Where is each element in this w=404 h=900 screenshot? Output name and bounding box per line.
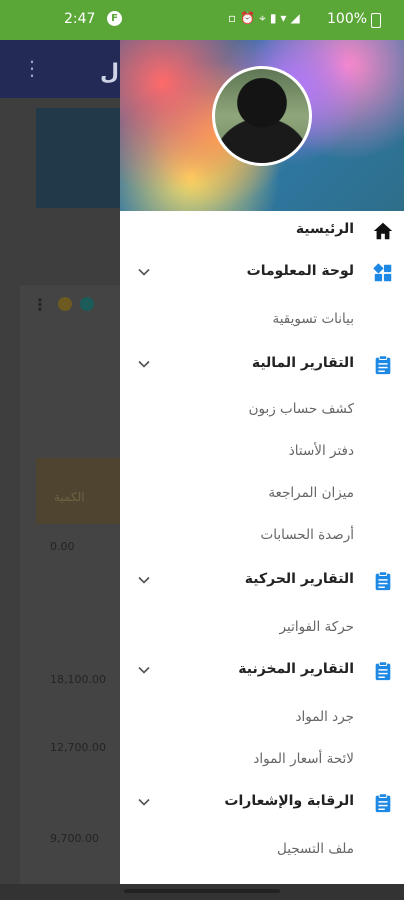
menu-item-label: ميزان المراجعة [268, 485, 354, 501]
menu-item-stock-inventory[interactable]: جرد المواد [120, 700, 404, 740]
card-more-icon: ⋮ [32, 295, 48, 314]
menu-item-trial-balance[interactable]: ميزان المراجعة [120, 476, 404, 516]
navigation-drawer: الرئيسية لوحة المعلومات بيانات تسويقية ا… [120, 40, 404, 884]
menu-item-ledger[interactable]: دفتر الأستاذ [120, 434, 404, 474]
clipboard-icon [375, 355, 391, 375]
menu-item-label: أرصدة الحسابات [260, 527, 355, 543]
battery-icon [371, 13, 381, 28]
menu-item-account-balances[interactable]: أرصدة الحسابات [120, 518, 404, 558]
menu-item-customer-statement[interactable]: كشف حساب زبون [120, 392, 404, 432]
legend-dot [58, 297, 72, 311]
menu-item-marketing-data[interactable]: بيانات تسويقية [120, 302, 404, 342]
avatar[interactable] [212, 66, 312, 166]
table-cell: 18,100.00 [50, 673, 106, 686]
menu-item-price-list[interactable]: لائحة أسعار المواد [120, 742, 404, 782]
menu-item-label: دفتر الأستاذ [288, 443, 354, 459]
app-notification-icon: F [107, 11, 122, 26]
menu-section-financial-reports[interactable]: التقارير المالية [120, 346, 404, 386]
clipboard-icon [375, 793, 391, 813]
menu-item-label: التقارير الحركية [244, 571, 354, 587]
table-cell: 0.00 [50, 540, 75, 553]
menu-section-monitoring[interactable]: الرقابة والإشعارات [120, 784, 404, 824]
menu-section-inventory-reports[interactable]: التقارير المخزنية [120, 652, 404, 692]
menu-item-invoice-movement[interactable]: حركة الفواتير [120, 610, 404, 650]
chevron-down-icon[interactable] [134, 792, 154, 812]
menu-item-label: التقارير المالية [251, 355, 354, 371]
legend-dot [80, 297, 94, 311]
more-vert-icon: ⋮ [22, 56, 42, 80]
menu-item-label: لائحة أسعار المواد [253, 751, 354, 767]
menu-item-label: بيانات تسويقية [272, 311, 355, 327]
battery-percent: 100% [327, 11, 368, 27]
table-cell: 9,700.00 [50, 832, 99, 845]
menu-item-label: لوحة المعلومات [246, 263, 354, 279]
menu-item-label: جرد المواد [295, 709, 354, 725]
chevron-down-icon[interactable] [134, 660, 154, 680]
table-cell: 12,700.00 [50, 741, 106, 754]
menu-item-label: الرئيسية [295, 221, 354, 237]
chevron-down-icon[interactable] [134, 262, 154, 282]
table-header-label: الكمية [54, 490, 85, 504]
menu-item-home[interactable]: الرئيسية [120, 212, 404, 252]
menu-item-log-file[interactable]: ملف التسجيل [120, 832, 404, 872]
background-card [20, 285, 120, 885]
drawer-header [120, 40, 404, 211]
home-gesture-bar[interactable] [124, 889, 280, 893]
menu-section-dashboard[interactable]: لوحة المعلومات [120, 254, 404, 294]
menu-item-label: الرقابة والإشعارات [224, 793, 354, 809]
status-bar: 2:47 F ▫⏰⌖▮▾◢ 100% [0, 0, 404, 40]
menu-section-movement-reports[interactable]: التقارير الحركية [120, 562, 404, 602]
status-time: 2:47 [64, 11, 96, 27]
home-icon [373, 222, 393, 240]
menu-item-label: حركة الفواتير [279, 619, 354, 635]
clipboard-icon [375, 661, 391, 681]
menu-item-label: ملف التسجيل [277, 841, 354, 857]
menu-item-label: التقارير المخزنية [238, 661, 354, 677]
dashboard-icon [373, 263, 392, 282]
chevron-down-icon[interactable] [134, 354, 154, 374]
background-banner [36, 108, 126, 208]
clipboard-icon [375, 571, 391, 591]
chevron-down-icon[interactable] [134, 570, 154, 590]
menu-item-label: كشف حساب زبون [248, 401, 354, 417]
background-title: ل [100, 60, 120, 85]
status-icons: ▫⏰⌖▮▾◢ [228, 11, 304, 25]
